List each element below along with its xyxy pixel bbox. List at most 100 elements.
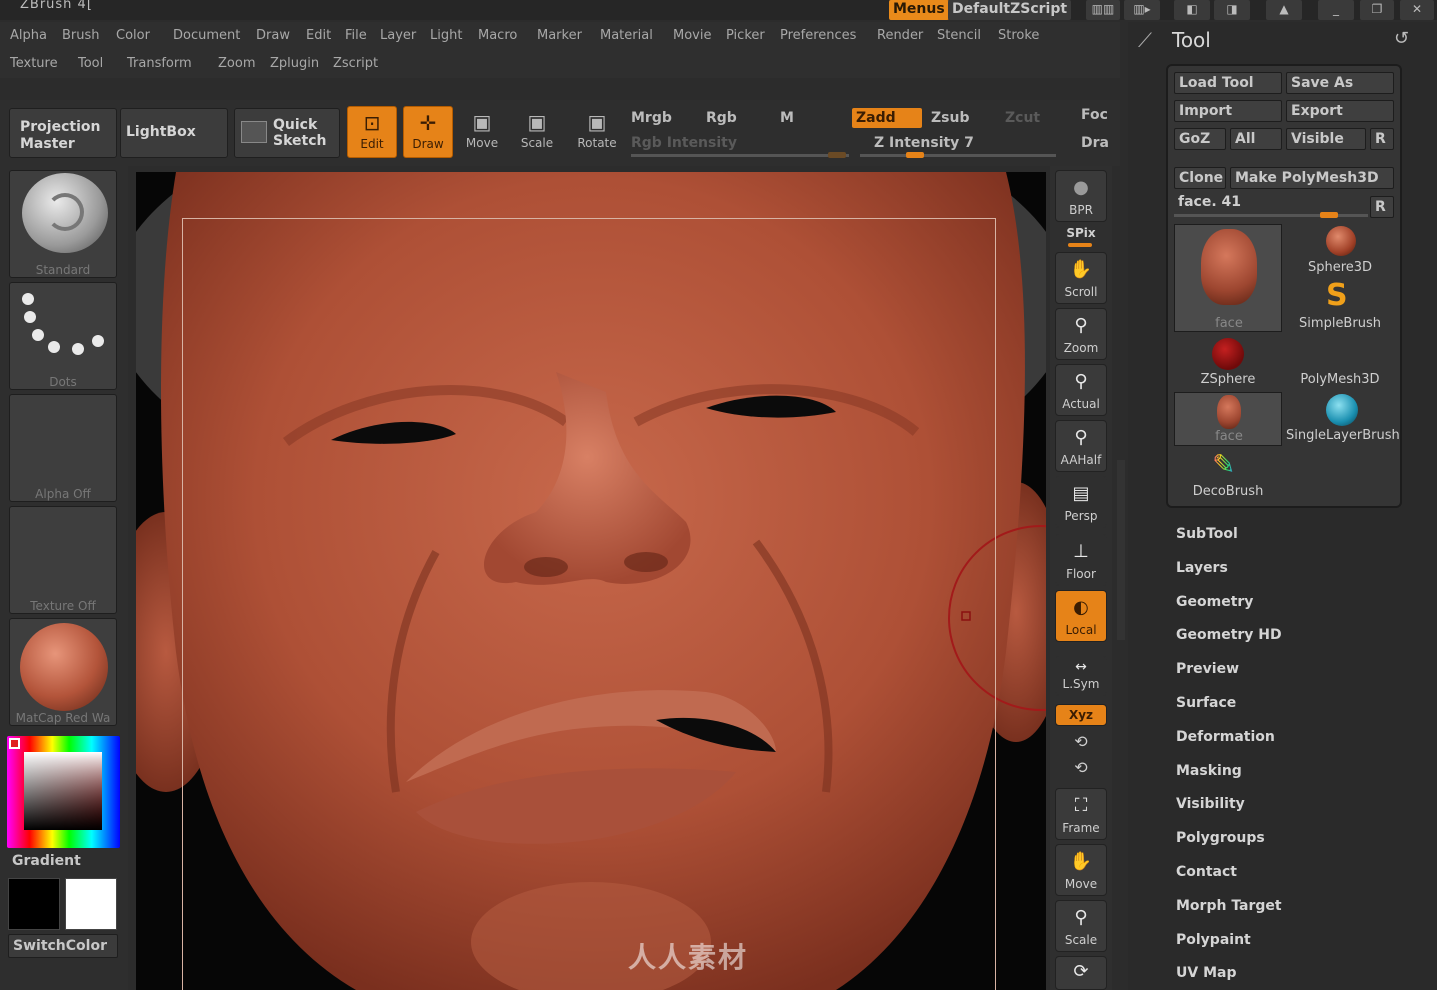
shelf-divider[interactable]: [1117, 460, 1125, 640]
subpalette-morph-target[interactable]: Morph Target: [1176, 898, 1282, 914]
lsym-button[interactable]: ↔ L.Sym: [1055, 656, 1107, 696]
current-tool-slider[interactable]: face. 41: [1178, 194, 1241, 210]
texture-selector[interactable]: Texture Off: [9, 506, 117, 614]
rotate-z-icon[interactable]: ⟲: [1055, 758, 1107, 777]
subpalette-contact[interactable]: Contact: [1176, 864, 1237, 880]
default-zscript-button[interactable]: DefaultZScript: [948, 0, 1072, 20]
local-button[interactable]: ◐ Local: [1055, 590, 1107, 642]
minimize-icon[interactable]: _: [1318, 0, 1354, 20]
close-icon[interactable]: ✕: [1400, 0, 1434, 20]
frame-button[interactable]: ⛶ Frame: [1055, 788, 1107, 840]
mrgb-button[interactable]: Mrgb: [631, 110, 672, 126]
save-as-button[interactable]: Save As: [1286, 72, 1394, 94]
draw-size-label[interactable]: Dra: [1081, 135, 1109, 151]
goz-all-button[interactable]: All: [1230, 128, 1282, 150]
zoom-button[interactable]: ⚲ Zoom: [1055, 308, 1107, 360]
subpalette-geometry[interactable]: Geometry: [1176, 594, 1253, 610]
scroll-button[interactable]: ✋ Scroll: [1055, 252, 1107, 304]
menu-item-movie[interactable]: Movie: [673, 28, 711, 43]
color-saturation-square[interactable]: [24, 752, 102, 830]
menu-item-stroke[interactable]: Stroke: [998, 28, 1039, 43]
rgb-intensity-slider[interactable]: Rgb Intensity: [631, 135, 737, 151]
menu-item-layer[interactable]: Layer: [380, 28, 416, 43]
rgb-intensity-knob[interactable]: [828, 152, 846, 158]
zcut-button[interactable]: Zcut: [1005, 110, 1040, 126]
brush-selector[interactable]: Standard: [9, 170, 117, 278]
tool-thumb-face[interactable]: face: [1174, 224, 1282, 332]
goz-visible-button[interactable]: Visible: [1286, 128, 1366, 150]
palette-reset-icon[interactable]: ↺: [1394, 28, 1409, 49]
subpalette-polygroups[interactable]: Polygroups: [1176, 830, 1265, 846]
tool-thumb-sphere3d[interactable]: Sphere3D: [1286, 224, 1394, 278]
z-intensity-slider[interactable]: Z Intensity 7: [874, 135, 974, 151]
menu-item-alpha[interactable]: Alpha: [10, 28, 47, 43]
subpalette-layers[interactable]: Layers: [1176, 560, 1228, 576]
zsub-button[interactable]: Zsub: [931, 110, 969, 126]
rotate-y-icon[interactable]: ⟲: [1055, 732, 1107, 751]
layout-next-icon[interactable]: ▥▸: [1124, 0, 1160, 20]
scale-view-button[interactable]: ⚲ Scale: [1055, 900, 1107, 952]
tool-thumb-singlelayerbrush[interactable]: SingleLayerBrush: [1286, 392, 1400, 446]
z-intensity-knob[interactable]: [906, 152, 924, 158]
import-button[interactable]: Import: [1174, 100, 1282, 122]
tool-thumb-simplebrush[interactable]: S SimpleBrush: [1286, 278, 1394, 334]
move-view-button[interactable]: ✋ Move: [1055, 844, 1107, 896]
stroke-selector[interactable]: Dots: [9, 282, 117, 390]
quick-sketch-button[interactable]: Quick Sketch: [234, 108, 340, 158]
subpalette-polypaint[interactable]: Polypaint: [1176, 932, 1251, 948]
subpalette-masking[interactable]: Masking: [1176, 763, 1242, 779]
menu-item-document[interactable]: Document: [173, 28, 240, 43]
clone-button[interactable]: Clone: [1174, 167, 1226, 189]
menu-item-macro[interactable]: Macro: [478, 28, 517, 43]
move-mode-button[interactable]: ▣ Move: [457, 106, 507, 158]
color-scheme-icon[interactable]: ◧: [1174, 0, 1210, 20]
draw-mode-button[interactable]: ✛ Draw: [403, 106, 453, 158]
subpalette-preview[interactable]: Preview: [1176, 661, 1239, 677]
spix-knob[interactable]: [1068, 243, 1092, 247]
menu-item-draw[interactable]: Draw: [256, 28, 290, 43]
lock-icon[interactable]: ▲: [1266, 0, 1302, 20]
document-canvas[interactable]: [136, 172, 1046, 990]
subpalette-deformation[interactable]: Deformation: [1176, 729, 1275, 745]
menu-item-zplugin[interactable]: Zplugin: [270, 56, 319, 71]
main-color-swatch[interactable]: [8, 878, 60, 930]
switch-color-button[interactable]: SwitchColor: [8, 934, 118, 958]
floor-button[interactable]: ⊥ Floor: [1055, 534, 1107, 586]
menu-item-marker[interactable]: Marker: [537, 28, 582, 43]
secondary-color-swatch[interactable]: [65, 878, 117, 930]
bpr-button[interactable]: ● BPR: [1055, 170, 1107, 222]
menu-item-zoom[interactable]: Zoom: [218, 56, 255, 71]
make-polymesh3d-button[interactable]: Make PolyMesh3D: [1230, 167, 1394, 189]
aahalf-button[interactable]: ⚲ AAHalf: [1055, 420, 1107, 472]
subpalette-surface[interactable]: Surface: [1176, 695, 1236, 711]
menu-item-material[interactable]: Material: [600, 28, 653, 43]
current-tool-knob[interactable]: [1320, 212, 1338, 218]
menu-item-transform[interactable]: Transform: [127, 56, 192, 71]
tool-thumb-decobrush[interactable]: ✎ DecoBrush: [1174, 448, 1282, 502]
subpalette-geometry-hd[interactable]: Geometry HD: [1176, 627, 1282, 643]
m-button[interactable]: M: [780, 110, 794, 126]
subpalette-subtool[interactable]: SubTool: [1176, 526, 1238, 542]
spix-slider[interactable]: SPix: [1055, 226, 1107, 240]
color-picker[interactable]: [7, 736, 120, 848]
goz-button[interactable]: GoZ: [1174, 128, 1226, 150]
material-selector[interactable]: MatCap Red Wa: [9, 618, 117, 726]
goz-r-button[interactable]: R: [1370, 128, 1394, 150]
zadd-button[interactable]: Zadd: [852, 108, 922, 128]
menu-item-light[interactable]: Light: [430, 28, 462, 43]
menu-item-preferences[interactable]: Preferences: [780, 28, 856, 43]
alpha-selector[interactable]: Alpha Off: [9, 394, 117, 502]
rotate-mode-button[interactable]: ▣ Rotate: [572, 106, 622, 158]
color-scheme-2-icon[interactable]: ◨: [1214, 0, 1250, 20]
menus-button[interactable]: Menus: [889, 0, 949, 20]
subpalette-visibility[interactable]: Visibility: [1176, 796, 1245, 812]
menu-item-brush[interactable]: Brush: [62, 28, 100, 43]
tool-thumb-face-small[interactable]: face: [1174, 392, 1282, 446]
persp-button[interactable]: ▤ Persp: [1055, 476, 1107, 528]
tool-thumb-polymesh3d[interactable]: PolyMesh3D: [1286, 336, 1394, 390]
menu-item-color[interactable]: Color: [116, 28, 150, 43]
actual-button[interactable]: ⚲ Actual: [1055, 364, 1107, 416]
tool-thumb-zsphere[interactable]: ZSphere: [1174, 336, 1282, 390]
rgb-button[interactable]: Rgb: [706, 110, 737, 126]
current-tool-r-button[interactable]: R: [1370, 196, 1394, 218]
